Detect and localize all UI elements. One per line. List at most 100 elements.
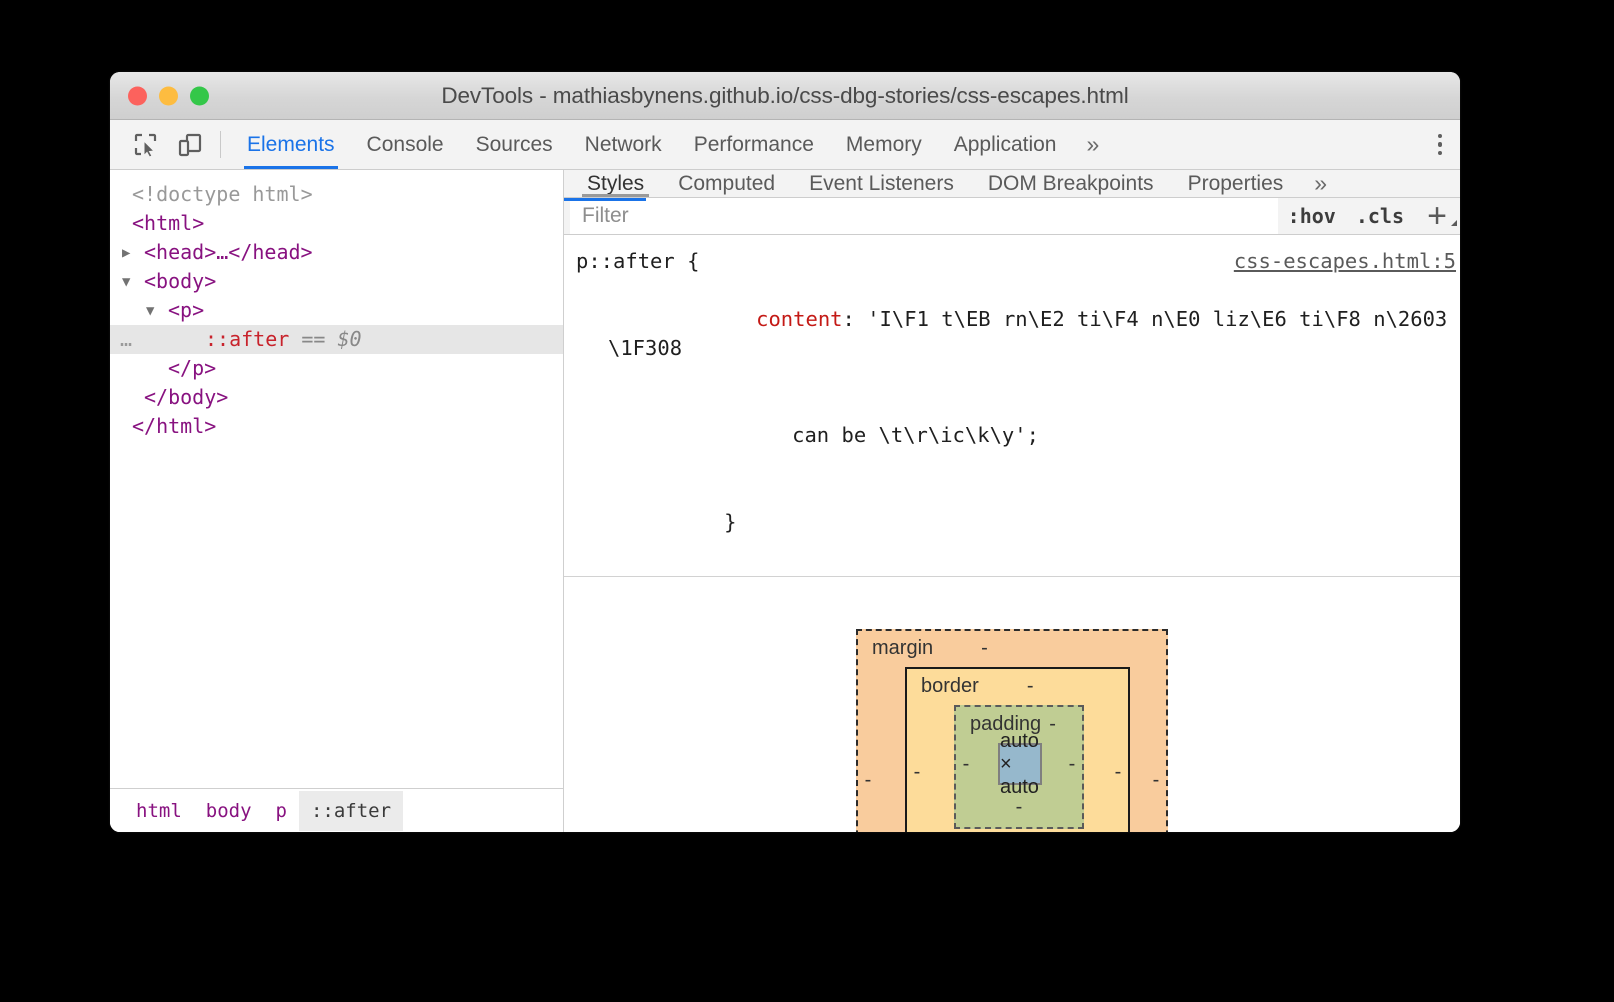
box-model-padding-top[interactable]: - [1049,714,1056,734]
tab-memory[interactable]: Memory [830,120,938,169]
selected-node-equals: == [301,327,326,351]
toggle-element-classes-button[interactable]: .cls [1346,204,1414,228]
box-model-margin-label: margin [872,637,934,659]
box-model-margin-right[interactable]: - [1146,770,1166,790]
tab-event-listeners[interactable]: Event Listeners [792,170,971,197]
traffic-light-controls [128,86,209,105]
kebab-dot-2 [1437,142,1443,147]
box-model-border-label: border [921,675,979,697]
css-property-value[interactable]: 'I\F1 t\EB rn\E2 ti\F4 n\E0 liz\E6 ti\F8… [608,307,1460,360]
styles-more-tabs-chevron-icon[interactable]: » [1300,170,1341,197]
more-tabs-glyph: » [1086,131,1100,157]
tab-dom-breakpoints[interactable]: DOM Breakpoints [971,170,1171,197]
close-brace-glyph: } [724,510,737,534]
tab-styles[interactable]: Styles [570,170,661,197]
p-open-tag: <p> [168,298,205,322]
device-toolbar-icon[interactable] [168,120,212,169]
box-model-border-mid: - padding - - auto × auto - - - [907,699,1128,832]
dom-row-p-open[interactable]: ▼ <p> [110,296,563,325]
dom-row-p-close[interactable]: </p> [110,354,563,383]
expand-head-arrow-icon[interactable]: ▶ [122,246,130,260]
toggle-hover-state-button[interactable]: :hov [1278,204,1346,228]
collapse-body-arrow-icon[interactable]: ▼ [122,275,130,289]
box-model-border-right[interactable]: - [1108,762,1128,782]
inspect-element-icon[interactable] [124,120,168,169]
box-model-content[interactable]: auto × auto [998,730,1042,798]
css-declaration-line[interactable]: content: 'I\F1 t\EB rn\E2 ti\F4 n\E0 liz… [564,276,1460,392]
devtools-split: <!doctype html> <html> ▶ <head>…</head> … [110,170,1460,832]
devtools-main-toolbar: Elements Console Sources Network Perform… [110,120,1460,170]
css-property-value-wrap[interactable]: can be \t\r\ic\k\y'; [792,423,1039,447]
dom-tree-pane: <!doctype html> <html> ▶ <head>…</head> … [110,170,564,832]
head-tag: <head>…</head> [144,240,313,264]
breadcrumb-item-after[interactable]: ::after [298,790,404,831]
box-model-padding-bottom[interactable]: - [1016,796,1023,818]
tab-properties[interactable]: Properties [1171,170,1301,197]
more-tabs-chevron-icon[interactable]: » [1072,120,1113,169]
body-close-tag: </body> [144,385,229,409]
doctype-text: <!doctype html> [132,182,313,206]
maximize-window-button[interactable] [190,86,209,105]
p-close-tag: </p> [168,356,217,380]
box-model-padding-left[interactable]: - [956,754,976,774]
box-model-padding[interactable]: padding - - auto × auto - - [954,705,1084,829]
box-model-margin-inner: border - - padding - - auto × auto - - - [878,661,1146,832]
css-declaration-continuation[interactable]: can be \t\r\ic\k\y'; [564,392,1460,479]
css-rule-close-brace: } [564,479,1460,566]
dom-row-after-pseudo[interactable]: … ::after == $0 [110,325,563,354]
box-model-border-left[interactable]: - [907,762,927,782]
box-model-border-top-row: border - [907,669,1128,699]
close-window-button[interactable] [128,86,147,105]
new-style-rule-button[interactable]: + [1414,198,1460,234]
css-source-link[interactable]: css-escapes.html:5 [1234,247,1456,276]
box-model-margin[interactable]: margin - - border - - padding - - auto ×… [856,629,1168,832]
tab-elements[interactable]: Elements [231,120,351,169]
minimize-window-button[interactable] [159,86,178,105]
dom-row-body-close[interactable]: </body> [110,383,563,412]
plus-dropdown-caret-icon[interactable] [1451,220,1457,226]
dom-row-body-open[interactable]: ▼ <body> [110,267,563,296]
breadcrumb-item-body[interactable]: body [194,794,264,828]
tab-application[interactable]: Application [938,120,1073,169]
html-close-tag: </html> [132,414,217,438]
box-model-content-size: auto × auto [1000,729,1039,798]
box-model-margin-top[interactable]: - [981,638,988,658]
box-model-diagram: margin - - border - - padding - - auto ×… [564,577,1460,832]
box-model-padding-mid: - auto × auto - [956,730,1082,798]
breadcrumb-item-html[interactable]: html [124,794,194,828]
tab-sources[interactable]: Sources [460,120,569,169]
box-model-margin-left[interactable]: - [858,770,878,790]
tab-elements-label: Elements [247,132,335,156]
window-title: DevTools - mathiasbynens.github.io/css-d… [441,82,1129,108]
tab-computed[interactable]: Computed [661,170,792,197]
styles-filter-input[interactable] [570,198,1278,234]
box-model-border-inner: padding - - auto × auto - - [927,699,1108,832]
tab-network[interactable]: Network [569,120,678,169]
box-model-padding-inner: auto × auto [976,730,1062,798]
dom-row-head[interactable]: ▶ <head>…</head> [110,238,563,267]
box-model-margin-top-row: margin - [858,631,1166,661]
node-ellipsis-badge[interactable]: … [120,325,133,354]
dom-row-html-open[interactable]: <html> [110,209,563,238]
styles-more-tabs-glyph: » [1314,170,1328,196]
styles-pane: Styles Computed Event Listeners DOM Brea… [564,170,1460,832]
css-selector[interactable]: p::after { [576,247,699,276]
tab-properties-label: Properties [1187,171,1284,195]
tab-computed-label: Computed [678,171,776,195]
tab-console[interactable]: Console [351,120,460,169]
css-property-name[interactable]: content [756,307,842,331]
tab-styles-label: Styles [587,171,645,195]
box-model-padding-right[interactable]: - [1062,754,1082,774]
devtools-window: DevTools - mathiasbynens.github.io/css-d… [110,72,1460,832]
dom-row-html-close[interactable]: </html> [110,412,563,441]
more-options-icon[interactable] [1420,133,1460,156]
breadcrumb-item-p[interactable]: p [264,794,299,828]
dom-tree: <!doctype html> <html> ▶ <head>…</head> … [110,170,563,788]
dom-row-doctype[interactable]: <!doctype html> [110,180,563,209]
box-model-border-top[interactable]: - [1027,676,1034,696]
collapse-p-arrow-icon[interactable]: ▼ [146,304,154,318]
tab-performance[interactable]: Performance [678,120,830,169]
tab-network-label: Network [584,132,662,156]
tab-memory-label: Memory [845,132,922,156]
box-model-border[interactable]: border - - padding - - auto × auto - - - [905,667,1130,832]
